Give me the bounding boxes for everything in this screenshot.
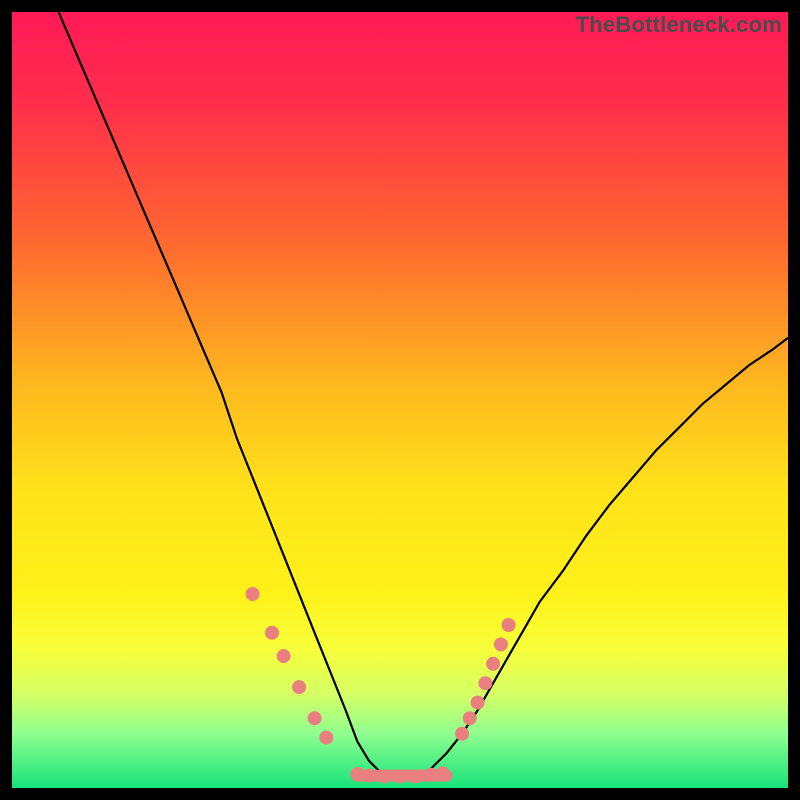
curve-left-branch: [59, 12, 404, 780]
curve-right-branch: [404, 338, 788, 780]
marker-dot: [502, 618, 516, 632]
marker-dot: [478, 676, 492, 690]
watermark-text: TheBottleneck.com: [576, 12, 782, 38]
markers-right: [455, 618, 515, 741]
chart-frame: TheBottleneck.com: [0, 0, 800, 800]
marker-dot: [486, 657, 500, 671]
plot-area: TheBottleneck.com: [12, 12, 788, 788]
marker-dot: [362, 769, 376, 783]
marker-dot: [265, 626, 279, 640]
marker-dot: [378, 769, 392, 783]
marker-dot: [455, 727, 469, 741]
curve-layer: [12, 12, 788, 788]
marker-dot: [246, 587, 260, 601]
marker-dot: [463, 711, 477, 725]
marker-dot: [308, 711, 322, 725]
marker-dot: [292, 680, 306, 694]
marker-dot: [409, 769, 423, 783]
marker-dot: [277, 649, 291, 663]
marker-dot: [393, 769, 407, 783]
marker-dot: [494, 637, 508, 651]
marker-dot: [319, 731, 333, 745]
marker-dot: [436, 766, 450, 780]
markers-left: [246, 587, 334, 745]
marker-dot: [471, 696, 485, 710]
